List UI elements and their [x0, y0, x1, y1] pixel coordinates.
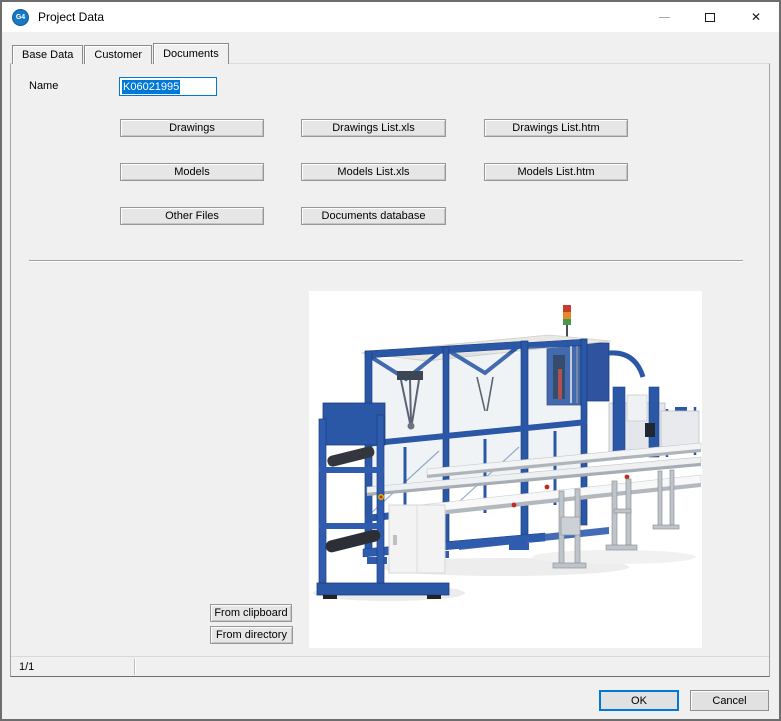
drawings-list-xls-button[interactable]: Drawings List.xls [301, 119, 446, 137]
horizontal-separator [29, 260, 743, 262]
status-bar-divider [134, 659, 136, 675]
page-indicator: 1/1 [19, 660, 35, 673]
minimize-icon [658, 16, 670, 18]
cancel-button[interactable]: Cancel [690, 690, 769, 711]
status-bar: 1/1 [11, 656, 769, 676]
from-directory-button[interactable]: From directory [210, 626, 293, 644]
from-clipboard-button[interactable]: From clipboard [210, 604, 292, 622]
drawings-list-htm-button[interactable]: Drawings List.htm [484, 119, 628, 137]
project-photo-preview [309, 291, 702, 648]
other-files-button[interactable]: Other Files [120, 207, 264, 225]
tab-customer[interactable]: Customer [84, 45, 153, 64]
close-icon: ✕ [750, 10, 762, 24]
documents-database-button[interactable]: Documents database [301, 207, 446, 225]
machine-photo-illustration [313, 305, 702, 601]
name-input[interactable]: K06021995 [119, 77, 217, 96]
app-logo-icon: G4 [12, 8, 29, 26]
maximize-icon [705, 12, 715, 22]
name-input-selected-text: K06021995 [122, 79, 181, 94]
drawings-button[interactable]: Drawings [120, 119, 264, 137]
maximize-button[interactable] [687, 2, 733, 32]
tab-base-data[interactable]: Base Data [12, 45, 84, 64]
tab-documents[interactable]: Documents [153, 43, 229, 64]
tab-strip: Base Data Customer Documents [12, 43, 230, 64]
minimize-button[interactable] [641, 2, 687, 32]
documents-tab-page: Name K06021995 Drawings Drawings List.xl… [10, 63, 770, 677]
window-controls: ✕ [641, 2, 779, 32]
models-button[interactable]: Models [120, 163, 264, 181]
models-list-xls-button[interactable]: Models List.xls [301, 163, 446, 181]
window-title: Project Data [38, 10, 105, 24]
ok-button[interactable]: OK [599, 690, 679, 711]
close-button[interactable]: ✕ [733, 2, 779, 32]
models-list-htm-button[interactable]: Models List.htm [484, 163, 628, 181]
name-label: Name [29, 80, 59, 92]
project-data-dialog: G4 Project Data ✕ Base Data Customer Doc… [0, 0, 781, 721]
titlebar: G4 Project Data ✕ [2, 2, 779, 32]
